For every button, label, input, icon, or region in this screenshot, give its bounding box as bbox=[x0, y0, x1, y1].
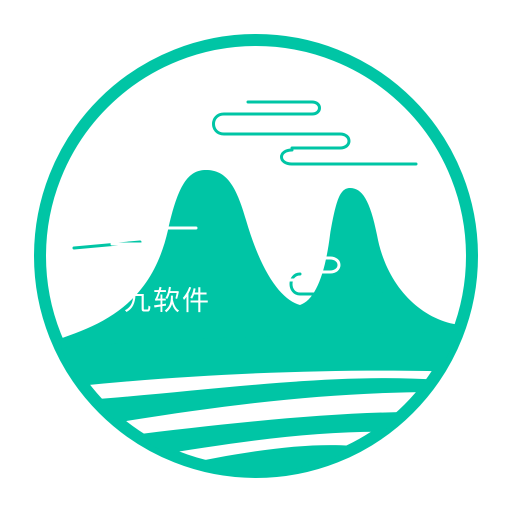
logo-scene bbox=[40, 170, 470, 472]
mountain-waves-circle-logo-icon: 九软件 bbox=[34, 34, 478, 478]
brand-text: 九软件 bbox=[124, 286, 211, 317]
mountain-left bbox=[40, 170, 470, 352]
cloud-top bbox=[212, 100, 418, 166]
logo: 九软件 bbox=[0, 0, 512, 512]
